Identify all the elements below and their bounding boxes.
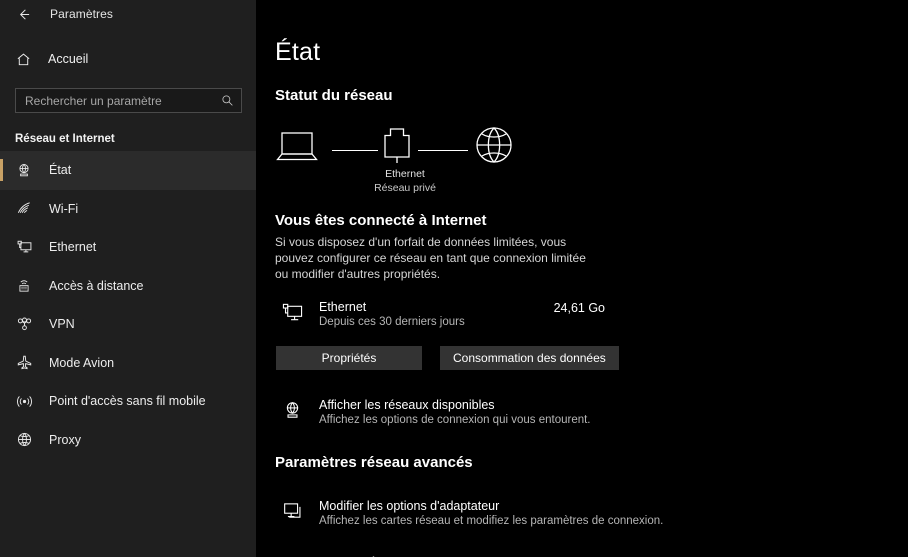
wifi-icon [15, 200, 33, 218]
show-available-networks-link[interactable]: Afficher les réseaux disponibles Affiche… [275, 398, 908, 426]
connection-line-network-internet [418, 150, 468, 151]
sidebar-item-mode-avion[interactable]: Mode Avion [0, 344, 256, 383]
sidebar-item-proxy[interactable]: Proxy [0, 421, 256, 460]
vpn-icon [15, 315, 33, 333]
dialup-icon [15, 277, 33, 295]
sidebar-item-point-d-acces-sans-fil-mobile-label: Point d'accès sans fil mobile [49, 394, 206, 409]
sidebar-item-vpn-label: VPN [49, 317, 75, 332]
data-usage-adapter-name: Ethernet [319, 300, 367, 314]
sidebar-item-proxy-label: Proxy [49, 432, 81, 447]
network-status-heading: Statut du réseau [275, 87, 393, 104]
home-icon [15, 51, 32, 68]
ethernet-port-icon [380, 124, 414, 168]
sidebar-item-wifi[interactable]: Wi-Fi [0, 190, 256, 229]
network-status-icon [15, 161, 33, 179]
sidebar-item-acces-a-distance[interactable]: Accès à distance [0, 267, 256, 306]
sidebar-item-mode-avion-label: Mode Avion [49, 355, 115, 370]
sidebar-item-etat[interactable]: État [0, 151, 256, 190]
show-available-networks-title: Afficher les réseaux disponibles [319, 398, 495, 412]
sidebar-item-ethernet[interactable]: Ethernet [0, 228, 256, 267]
data-usage-amount: 24,61 Go [553, 301, 605, 315]
data-usage-period: Depuis ces 30 derniers jours [319, 316, 465, 328]
globe-monitor-icon [281, 399, 303, 421]
show-available-networks-text: Afficher les réseaux disponibles Affiche… [319, 398, 591, 426]
sidebar-nav: État Wi-Fi Ethernet Accès à distance VPN… [0, 151, 256, 459]
properties-button[interactable]: Propriétés [276, 346, 422, 370]
search-input[interactable] [25, 93, 220, 108]
change-adapter-options-link[interactable]: Modifier les options d'adaptateur Affich… [275, 499, 908, 527]
sidebar-item-ethernet-label: Ethernet [49, 240, 97, 255]
airplane-icon [15, 354, 33, 372]
adapter-icon [281, 500, 303, 522]
network-type: Réseau privé [374, 182, 436, 194]
globe-icon [472, 123, 516, 167]
connection-status-description: Si vous disposez d'un forfait de données… [275, 235, 586, 281]
sidebar-item-home-label: Accueil [48, 52, 89, 66]
mobile-hotspot-icon [15, 392, 33, 410]
change-adapter-options-subtitle: Affichez les cartes réseau et modifiez l… [319, 515, 664, 527]
show-available-networks-subtitle: Affichez les options de connexion qui vo… [319, 414, 591, 426]
sidebar-item-etat-label: État [49, 163, 72, 178]
change-adapter-options-title: Modifier les options d'adaptateur [319, 499, 500, 513]
settings-window: Paramètres Accueil Réseau et Internet [0, 0, 908, 557]
sidebar-item-acces-a-distance-label: Accès à distance [49, 278, 144, 293]
page-title: État [275, 38, 321, 66]
data-usage-row: Ethernet Depuis ces 30 derniers jours 24… [275, 300, 605, 328]
advanced-settings-heading: Paramètres réseau avancés [275, 454, 473, 471]
main-content: État Statut du réseau Ethernet Réseau pr… [256, 0, 908, 557]
action-buttons: Propriétés Consommation des données [275, 346, 908, 370]
connection-line-device-network [332, 150, 378, 151]
sidebar-category-heading: Réseau et Internet [15, 133, 115, 145]
network-diagram-caption: Ethernet Réseau privé [347, 167, 463, 195]
laptop-icon [275, 128, 319, 168]
data-usage-text: Ethernet Depuis ces 30 derniers jours [319, 300, 554, 328]
globe-icon [15, 431, 33, 449]
network-diagram: Ethernet Réseau privé [275, 122, 535, 194]
connection-status-title: Vous êtes connecté à Internet [275, 212, 487, 229]
search-box[interactable] [15, 88, 242, 113]
sidebar: Paramètres Accueil Réseau et Internet [0, 0, 256, 557]
back-arrow-icon[interactable] [10, 3, 36, 25]
sidebar-item-point-d-acces-sans-fil-mobile[interactable]: Point d'accès sans fil mobile [0, 382, 256, 421]
network-name: Ethernet [385, 168, 425, 180]
sidebar-item-home[interactable]: Accueil [0, 44, 256, 74]
window-title: Paramètres [50, 7, 114, 21]
sidebar-item-vpn[interactable]: VPN [0, 305, 256, 344]
ethernet-icon [15, 238, 33, 256]
data-usage-button[interactable]: Consommation des données [440, 346, 619, 370]
title-bar: Paramètres [0, 0, 256, 28]
search-icon[interactable] [220, 93, 235, 108]
change-adapter-options-text: Modifier les options d'adaptateur Affich… [319, 499, 663, 527]
monitor-icon [281, 301, 303, 323]
sidebar-item-wifi-label: Wi-Fi [49, 201, 79, 216]
